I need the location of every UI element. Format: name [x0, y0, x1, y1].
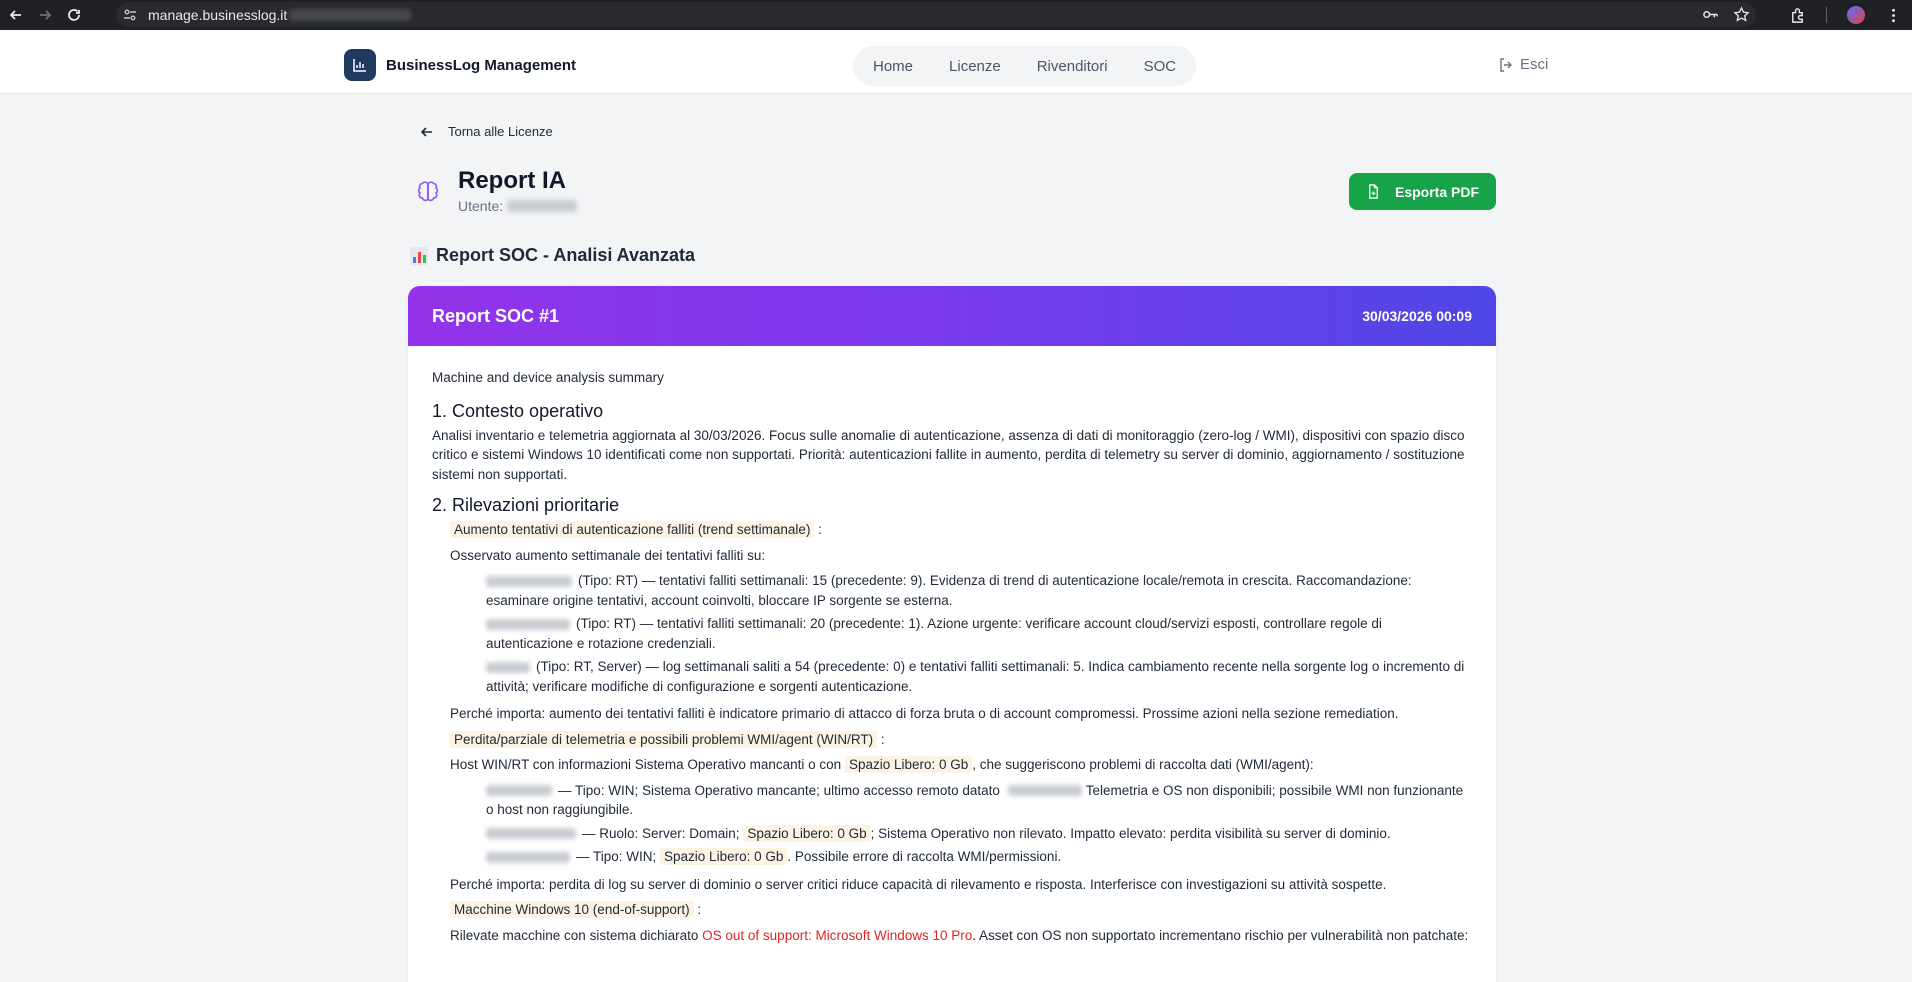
- section-heading: Report SOC - Analisi Avanzata: [410, 245, 695, 266]
- nav-soc[interactable]: SOC: [1144, 58, 1177, 75]
- brain-icon: [417, 181, 439, 202]
- finding-list: — Tipo: WIN; Sistema Operativo mancante;…: [450, 781, 1472, 867]
- file-icon: [1369, 184, 1378, 199]
- reload-icon[interactable]: [61, 2, 87, 28]
- bar-chart-logo-icon: [344, 49, 376, 81]
- page-title: Report IA: [458, 167, 566, 194]
- list-item: — Tipo: WIN; Sistema Operativo mancante;…: [486, 782, 1464, 817]
- finding-why: Perché importa: aumento dei tentativi fa…: [450, 706, 1399, 721]
- finding-telemetry: Perdita/parziale di telemetria e possibi…: [432, 730, 1472, 895]
- app-header: BusinessLog Management Home Licenze Rive…: [0, 30, 1912, 94]
- finding-intro: Host WIN/RT con informazioni Sistema Ope…: [450, 756, 1314, 773]
- redacted-host: [486, 851, 570, 863]
- list-item: (Tipo: RT, Server) — log settimanali sal…: [486, 659, 1465, 694]
- logout-label: Esci: [1520, 56, 1549, 73]
- redacted-host: [486, 661, 530, 673]
- bookmark-star-icon[interactable]: [1733, 6, 1750, 23]
- brand-name: BusinessLog Management: [386, 56, 577, 74]
- more-menu-icon[interactable]: [1885, 7, 1902, 24]
- report-date: 30/03/2026 00:09: [1362, 308, 1472, 324]
- finding-text: Rilevate macchine con sistema dichiarato…: [450, 927, 1469, 943]
- redacted-host: [486, 618, 570, 630]
- main-nav: Home Licenze Rivenditori SOC: [853, 46, 1197, 86]
- report-card: Report SOC #1 30/03/2026 00:09 Machine a…: [408, 286, 1496, 982]
- list-item: (Tipo: RT) — tentativi falliti settimana…: [486, 573, 1412, 608]
- forward-arrow-icon[interactable]: [32, 2, 58, 28]
- unsupported-os-label: OS out of support: Microsoft Windows 10 …: [702, 927, 973, 943]
- redacted-user: [507, 200, 578, 212]
- page-title-block: Report IA Utente:: [416, 166, 578, 214]
- list-item: (Tipo: RT) — tentativi falliti settimana…: [486, 616, 1382, 651]
- profile-avatar[interactable]: [1847, 6, 1865, 24]
- finding-title: Aumento tentativi di autenticazione fall…: [450, 520, 1472, 540]
- finding-intro: Osservato aumento settimanale dei tentat…: [450, 547, 766, 563]
- finding-list: (Tipo: RT) — tentativi falliti settimana…: [450, 571, 1472, 696]
- back-to-licenses-link[interactable]: Torna alle Licenze: [420, 124, 553, 139]
- back-arrow-icon[interactable]: [3, 2, 29, 28]
- address-bar[interactable]: manage.businesslog.it: [116, 2, 1756, 27]
- section-1-text: Analisi inventario e telemetria aggiorna…: [432, 427, 1465, 482]
- finding-windows10: Macchine Windows 10 (end-of-support) : R…: [432, 900, 1472, 945]
- section-title: Report SOC - Analisi Avanzata: [436, 245, 696, 265]
- brand[interactable]: BusinessLog Management: [344, 49, 576, 81]
- logout-button[interactable]: Esci: [1498, 56, 1548, 73]
- bar-chart-icon: [410, 246, 428, 265]
- browser-toolbar: manage.businesslog.it: [0, 0, 1912, 30]
- finding-why: Perché importa: perdita di log su server…: [450, 876, 1387, 892]
- redacted-url-path: [289, 8, 412, 21]
- report-title: Report SOC #1: [432, 305, 560, 326]
- report-body: Machine and device analysis summary 1. C…: [408, 346, 1496, 945]
- password-key-icon[interactable]: [1702, 6, 1719, 23]
- finding-auth: Aumento tentativi di autenticazione fall…: [432, 520, 1472, 724]
- section-1-title: 1. Contesto operativo: [432, 400, 604, 421]
- redacted-host: [486, 785, 552, 797]
- nav-home[interactable]: Home: [873, 58, 913, 75]
- back-link-label: Torna alle Licenze: [448, 124, 553, 139]
- report-summary: Machine and device analysis summary: [432, 370, 664, 385]
- arrow-left-icon: [420, 126, 432, 137]
- redacted-host: [486, 828, 576, 840]
- redacted-host: [486, 575, 572, 587]
- user-line: Utente:: [458, 198, 578, 214]
- section-2-title: 2. Rilevazioni prioritarie: [432, 495, 620, 515]
- extensions-icon[interactable]: [1789, 7, 1806, 24]
- list-item: — Tipo: WIN; Spazio Libero: 0 Gb. Possib…: [486, 847, 1472, 867]
- nav-licenze[interactable]: Licenze: [949, 58, 1001, 75]
- url-text[interactable]: manage.businesslog.it: [148, 7, 287, 23]
- finding-title: Macchine Windows 10 (end-of-support) :: [450, 900, 1472, 920]
- export-pdf-button[interactable]: Esporta PDF: [1349, 173, 1496, 210]
- toolbar-separator: [1826, 7, 1827, 23]
- redacted-date: [1007, 785, 1082, 797]
- nav-rivenditori[interactable]: Rivenditori: [1037, 58, 1108, 75]
- user-label: Utente:: [458, 198, 504, 214]
- export-pdf-label: Esporta PDF: [1394, 183, 1479, 200]
- finding-title: Perdita/parziale di telemetria e possibi…: [450, 730, 1472, 750]
- logout-icon: [1500, 57, 1512, 72]
- list-item: — Ruolo: Server: Domain; Spazio Libero: …: [486, 824, 1472, 844]
- report-card-header: Report SOC #1 30/03/2026 00:09: [408, 286, 1496, 346]
- site-settings-icon[interactable]: [116, 8, 144, 22]
